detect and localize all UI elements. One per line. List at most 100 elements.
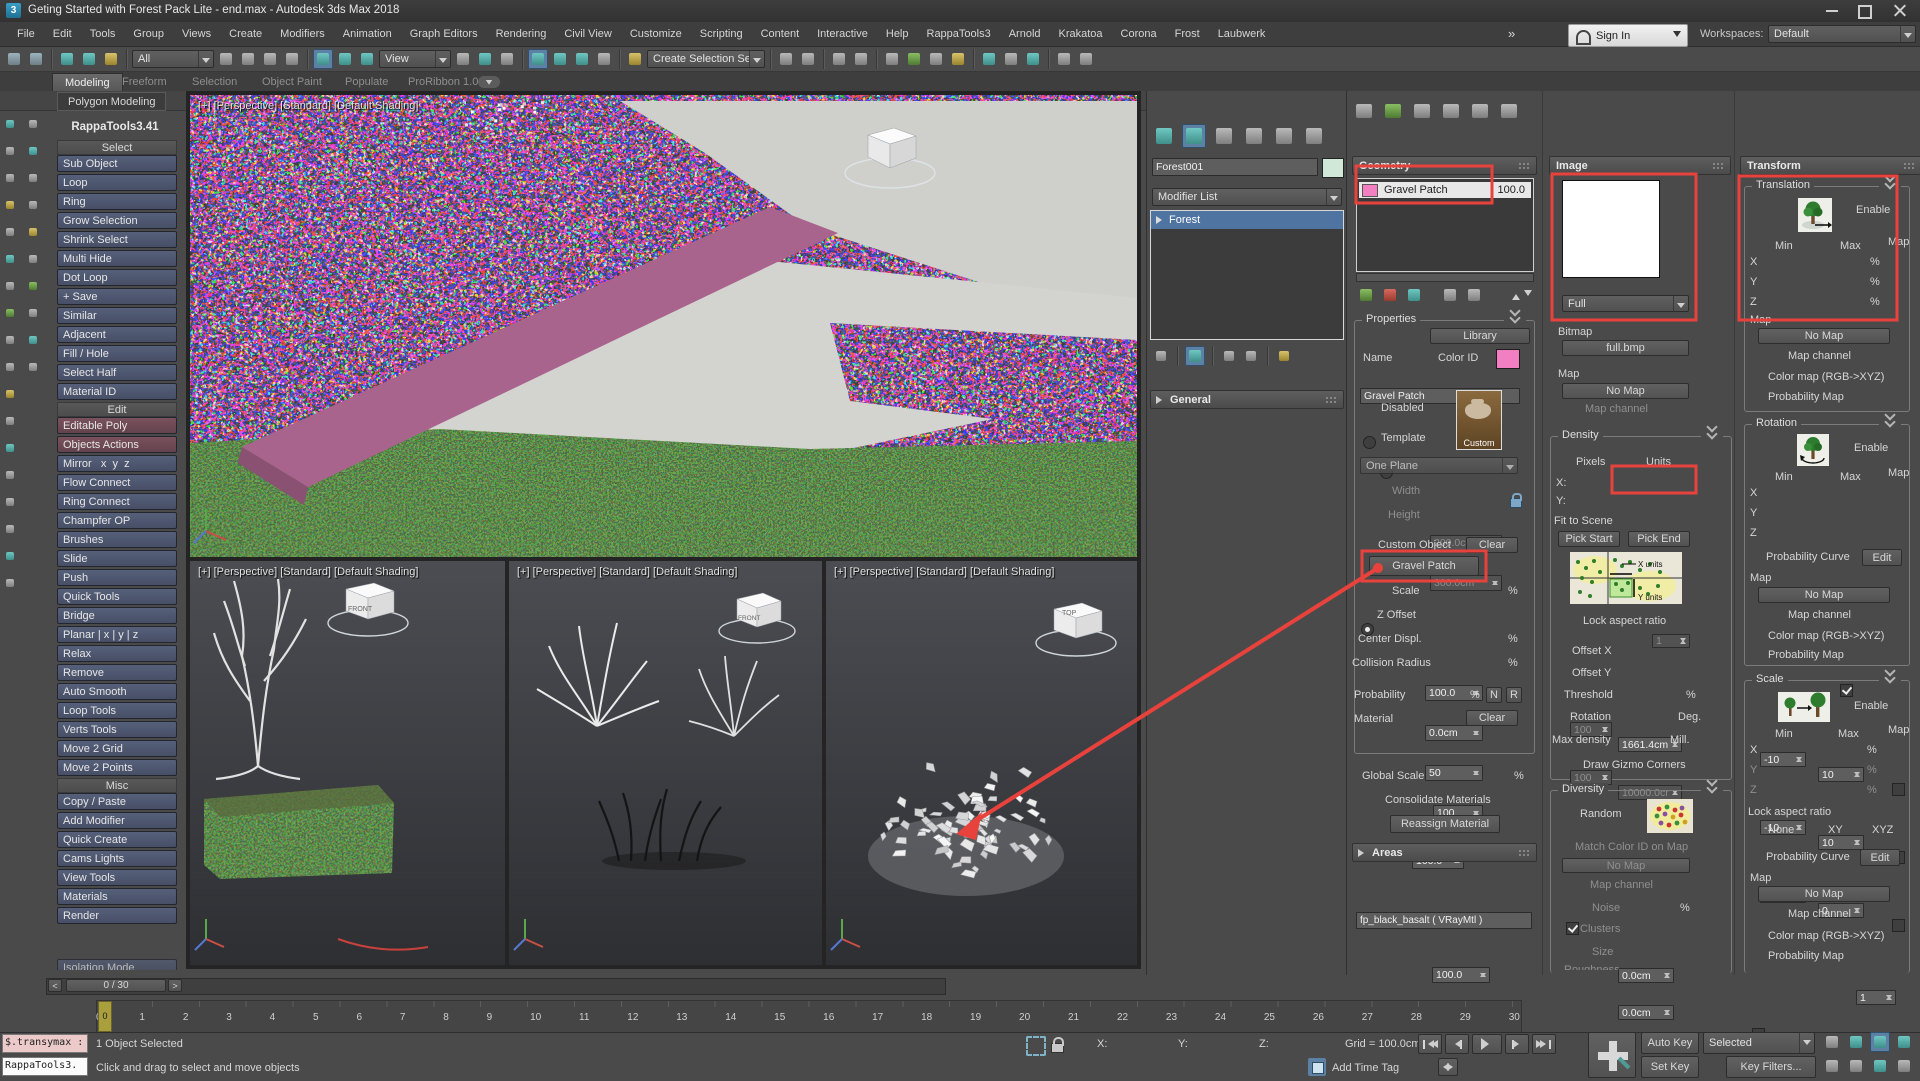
- height-field[interactable]: 300.0cm: [1430, 575, 1502, 591]
- menu-arnold[interactable]: Arnold: [1000, 28, 1050, 40]
- geometry-list-hscroll[interactable]: [1356, 273, 1534, 282]
- left-toolbar-icon[interactable]: [2, 251, 18, 267]
- snaps-toggle-icon[interactable]: [528, 49, 548, 69]
- left-toolbar-icon[interactable]: [2, 440, 18, 456]
- rappatools-button-relax[interactable]: Relax: [57, 645, 177, 662]
- rectangular-selection-region-icon[interactable]: [260, 49, 280, 69]
- schematic-view-icon[interactable]: [926, 49, 946, 69]
- general-rollout-header[interactable]: General: [1150, 390, 1344, 409]
- menu-animation[interactable]: Animation: [334, 28, 401, 40]
- center-displ-field[interactable]: 50: [1425, 765, 1483, 781]
- angle-snap-icon[interactable]: [550, 49, 570, 69]
- rappatools-button-quick-create[interactable]: Quick Create: [57, 831, 177, 848]
- offset-y-field[interactable]: 0.0cm: [1618, 1005, 1674, 1020]
- key-mode-dropdown[interactable]: Selected: [1703, 1032, 1815, 1054]
- rappatools-button-adjacent[interactable]: Adjacent: [57, 326, 177, 343]
- geometry-rollout-header[interactable]: Geometry: [1352, 156, 1537, 175]
- material-field[interactable]: fp_black_basalt ( VRayMtl ): [1356, 912, 1532, 929]
- forest-surfaces-icon[interactable]: [1410, 100, 1434, 122]
- viewport-label-main[interactable]: [+] [Perspective] [Standard] [Default Sh…: [198, 100, 418, 112]
- menu-overflow-chevron[interactable]: »: [1508, 26, 1515, 41]
- go-to-end-button[interactable]: [1532, 1034, 1556, 1054]
- bind-to-space-warp-icon[interactable]: [101, 49, 121, 69]
- clear-material-button[interactable]: Clear: [1466, 710, 1518, 726]
- material-editor-icon[interactable]: [948, 49, 968, 69]
- toggle-scene-explorer-icon[interactable]: [829, 49, 849, 69]
- pick-end-button[interactable]: Pick End: [1628, 531, 1690, 547]
- tab-freeform[interactable]: Freeform: [122, 76, 167, 88]
- rappatools-misc-header[interactable]: Misc: [57, 778, 177, 793]
- menu-customize[interactable]: Customize: [621, 28, 691, 40]
- menu-group[interactable]: Group: [124, 28, 173, 40]
- named-selection-dropdown[interactable]: Create Selection Se: [647, 50, 765, 68]
- rappatools-button-grow-selection[interactable]: Grow Selection: [57, 212, 177, 229]
- toggle-layer-explorer-icon[interactable]: [851, 49, 871, 69]
- probability-n-button[interactable]: N: [1486, 687, 1502, 703]
- left-toolbar-icon[interactable]: [2, 467, 18, 483]
- forest-display-icon[interactable]: [1468, 100, 1492, 122]
- object-color-swatch[interactable]: [1322, 158, 1344, 178]
- rappatools-button-ring-connect[interactable]: Ring Connect: [57, 493, 177, 510]
- menu-frost[interactable]: Frost: [1166, 28, 1209, 40]
- maxscript-mini-listener-white[interactable]: RappaTools3.: [2, 1057, 88, 1076]
- left-toolbar-icon[interactable]: [2, 170, 18, 186]
- collapse-chevron-icon[interactable]: [1701, 432, 1723, 444]
- left-toolbar-icon[interactable]: [25, 224, 41, 240]
- left-toolbar-icon[interactable]: [2, 143, 18, 159]
- rappatools-button-move-2-grid[interactable]: Move 2 Grid: [57, 740, 177, 757]
- time-slider-prev-button[interactable]: <: [48, 979, 62, 992]
- rappatools-button-isolation-mode[interactable]: Isolation Mode: [57, 959, 177, 970]
- left-toolbar-icon[interactable]: [2, 386, 18, 402]
- configure-modifier-sets-icon[interactable]: [1275, 347, 1293, 365]
- lock-icon[interactable]: [1508, 492, 1522, 508]
- left-toolbar-icon[interactable]: [2, 548, 18, 564]
- disabled-radio[interactable]: [1363, 436, 1376, 449]
- key-mode-toggle-button[interactable]: [1438, 1058, 1458, 1076]
- image-preview[interactable]: [1562, 180, 1660, 278]
- left-toolbar-icon[interactable]: [2, 332, 18, 348]
- set-key-button[interactable]: Set Key: [1641, 1056, 1699, 1078]
- rendered-frame-window-icon[interactable]: [1001, 49, 1021, 69]
- menu-content[interactable]: Content: [752, 28, 809, 40]
- rappatools-button-material-id[interactable]: Material ID: [57, 383, 177, 400]
- window-crossing-icon[interactable]: [282, 49, 302, 69]
- rappatools-button-editable-poly[interactable]: Editable Poly: [57, 417, 177, 434]
- viewport-label-tree[interactable]: [+] [Perspective] [Standard] [Default Sh…: [198, 566, 418, 578]
- viewport-label-ferns[interactable]: [+] [Perspective] [Standard] [Default Sh…: [517, 566, 737, 578]
- next-frame-button[interactable]: [1505, 1034, 1529, 1054]
- viewport-label-gravel[interactable]: [+] [Perspective] [Standard] [Default Sh…: [834, 566, 1054, 578]
- rappatools-button-loop-tools[interactable]: Loop Tools: [57, 702, 177, 719]
- select-and-rotate-icon[interactable]: [335, 49, 355, 69]
- rappatools-button-move-2-points[interactable]: Move 2 Points: [57, 759, 177, 776]
- dots-grid-icon[interactable]: [1054, 49, 1074, 69]
- close-button[interactable]: [1894, 4, 1907, 17]
- custom-object-thumbnail[interactable]: Custom: [1456, 390, 1502, 450]
- pick-start-button[interactable]: Pick Start: [1558, 531, 1620, 547]
- maxscript-mini-listener-pink[interactable]: $.transymax :: [2, 1034, 88, 1053]
- select-object-icon[interactable]: [216, 49, 236, 69]
- rappatools-button-materials[interactable]: Materials: [57, 888, 177, 905]
- hierarchy-tab-icon[interactable]: [1212, 124, 1236, 148]
- rappatools-button-quick-tools[interactable]: Quick Tools: [57, 588, 177, 605]
- menu-krakatoa[interactable]: Krakatoa: [1050, 28, 1112, 40]
- mirror-icon[interactable]: [776, 49, 796, 69]
- left-toolbar-icon[interactable]: [25, 251, 41, 267]
- time-slider-handle[interactable]: 0 / 30: [66, 979, 166, 992]
- menu-file[interactable]: File: [8, 28, 44, 40]
- menu-corona[interactable]: Corona: [1112, 28, 1166, 40]
- left-toolbar-icon[interactable]: [25, 197, 41, 213]
- menu-tools[interactable]: Tools: [81, 28, 125, 40]
- left-toolbar-icon[interactable]: [2, 305, 18, 321]
- collapse-chevron-icon[interactable]: [1879, 676, 1901, 688]
- collapse-chevron-icon[interactable]: [1879, 182, 1901, 194]
- menu-graph-editors[interactable]: Graph Editors: [401, 28, 487, 40]
- rappatools-button-render[interactable]: Render: [57, 907, 177, 924]
- rappatools-button-brushes[interactable]: Brushes: [57, 531, 177, 548]
- rappatools-button-shrink-select[interactable]: Shrink Select: [57, 231, 177, 248]
- curve-editor-icon[interactable]: [904, 49, 924, 69]
- particle-view-icon[interactable]: [1076, 49, 1096, 69]
- global-scale-field[interactable]: 100.0: [1432, 967, 1490, 983]
- rappatools-button-slide[interactable]: Slide: [57, 550, 177, 567]
- selection-lock-icon[interactable]: [1050, 1036, 1064, 1052]
- rappatools-edit-header[interactable]: Edit: [57, 402, 177, 417]
